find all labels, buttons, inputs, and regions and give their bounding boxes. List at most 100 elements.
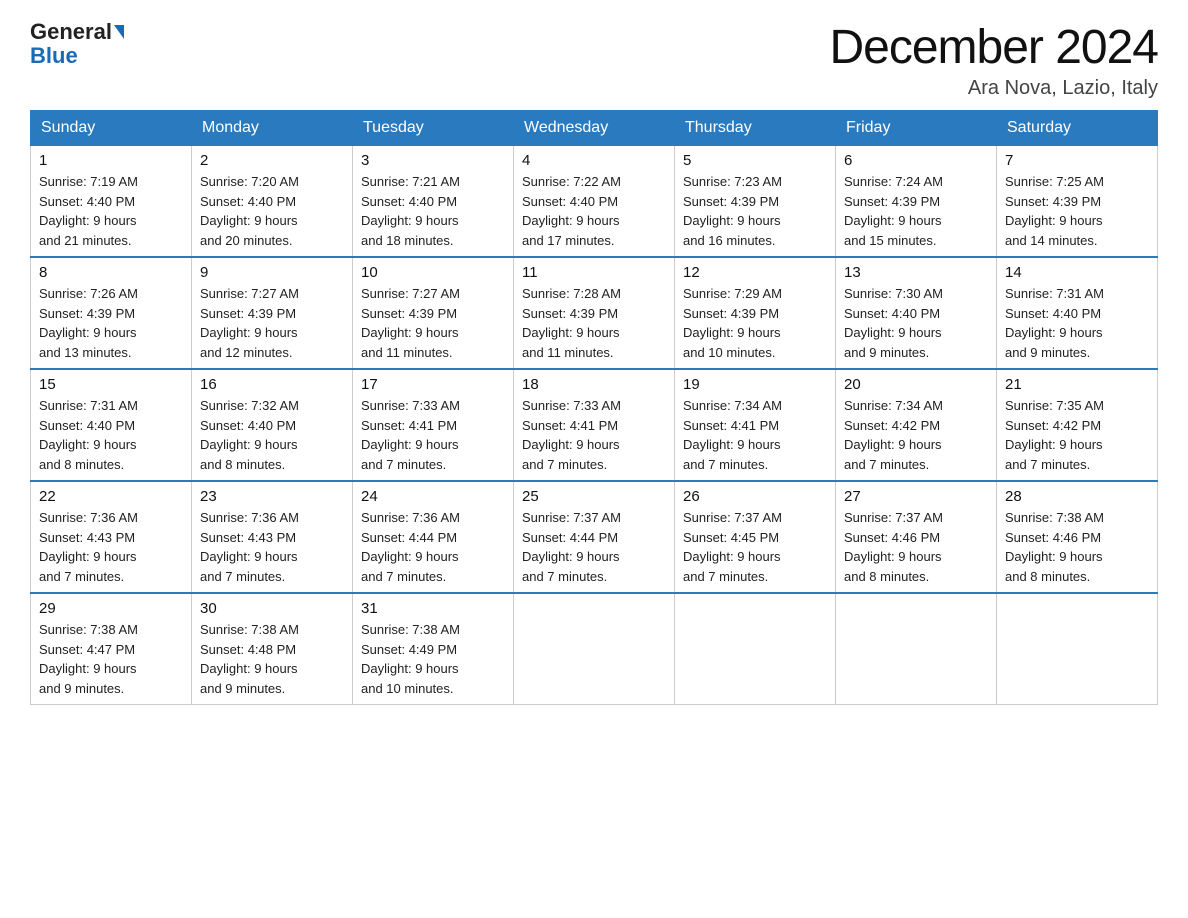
day-number: 28 <box>1005 488 1149 505</box>
location-subtitle: Ara Nova, Lazio, Italy <box>829 77 1158 100</box>
day-cell: 5 Sunrise: 7:23 AMSunset: 4:39 PMDayligh… <box>675 146 836 258</box>
header-row: Sunday Monday Tuesday Wednesday Thursday… <box>31 111 1158 146</box>
day-number: 17 <box>361 376 505 393</box>
day-number: 3 <box>361 152 505 169</box>
day-info: Sunrise: 7:33 AMSunset: 4:41 PMDaylight:… <box>361 396 505 474</box>
day-cell: 17 Sunrise: 7:33 AMSunset: 4:41 PMDaylig… <box>353 369 514 481</box>
day-info: Sunrise: 7:26 AMSunset: 4:39 PMDaylight:… <box>39 284 183 362</box>
day-number: 16 <box>200 376 344 393</box>
day-number: 31 <box>361 600 505 617</box>
day-cell: 31 Sunrise: 7:38 AMSunset: 4:49 PMDaylig… <box>353 593 514 705</box>
header-sunday: Sunday <box>31 111 192 146</box>
day-cell: 15 Sunrise: 7:31 AMSunset: 4:40 PMDaylig… <box>31 369 192 481</box>
day-number: 21 <box>1005 376 1149 393</box>
day-number: 12 <box>683 264 827 281</box>
day-info: Sunrise: 7:34 AMSunset: 4:42 PMDaylight:… <box>844 396 988 474</box>
day-cell: 8 Sunrise: 7:26 AMSunset: 4:39 PMDayligh… <box>31 257 192 369</box>
day-cell: 3 Sunrise: 7:21 AMSunset: 4:40 PMDayligh… <box>353 146 514 258</box>
day-info: Sunrise: 7:33 AMSunset: 4:41 PMDaylight:… <box>522 396 666 474</box>
day-info: Sunrise: 7:28 AMSunset: 4:39 PMDaylight:… <box>522 284 666 362</box>
header-tuesday: Tuesday <box>353 111 514 146</box>
day-info: Sunrise: 7:38 AMSunset: 4:49 PMDaylight:… <box>361 620 505 698</box>
day-number: 9 <box>200 264 344 281</box>
day-cell: 16 Sunrise: 7:32 AMSunset: 4:40 PMDaylig… <box>192 369 353 481</box>
day-info: Sunrise: 7:37 AMSunset: 4:45 PMDaylight:… <box>683 508 827 586</box>
day-info: Sunrise: 7:38 AMSunset: 4:46 PMDaylight:… <box>1005 508 1149 586</box>
day-info: Sunrise: 7:23 AMSunset: 4:39 PMDaylight:… <box>683 172 827 250</box>
day-info: Sunrise: 7:31 AMSunset: 4:40 PMDaylight:… <box>39 396 183 474</box>
day-info: Sunrise: 7:38 AMSunset: 4:48 PMDaylight:… <box>200 620 344 698</box>
day-cell: 6 Sunrise: 7:24 AMSunset: 4:39 PMDayligh… <box>836 146 997 258</box>
header-saturday: Saturday <box>997 111 1158 146</box>
day-number: 5 <box>683 152 827 169</box>
day-info: Sunrise: 7:38 AMSunset: 4:47 PMDaylight:… <box>39 620 183 698</box>
day-number: 11 <box>522 264 666 281</box>
day-cell: 24 Sunrise: 7:36 AMSunset: 4:44 PMDaylig… <box>353 481 514 593</box>
day-number: 18 <box>522 376 666 393</box>
calendar-table: Sunday Monday Tuesday Wednesday Thursday… <box>30 110 1158 705</box>
header-friday: Friday <box>836 111 997 146</box>
day-number: 26 <box>683 488 827 505</box>
logo-triangle-icon <box>114 25 124 39</box>
day-cell: 13 Sunrise: 7:30 AMSunset: 4:40 PMDaylig… <box>836 257 997 369</box>
page-header: General Blue December 2024 Ara Nova, Laz… <box>30 20 1158 100</box>
day-cell: 7 Sunrise: 7:25 AMSunset: 4:39 PMDayligh… <box>997 146 1158 258</box>
day-number: 19 <box>683 376 827 393</box>
day-cell: 1 Sunrise: 7:19 AMSunset: 4:40 PMDayligh… <box>31 146 192 258</box>
day-info: Sunrise: 7:36 AMSunset: 4:44 PMDaylight:… <box>361 508 505 586</box>
day-cell: 27 Sunrise: 7:37 AMSunset: 4:46 PMDaylig… <box>836 481 997 593</box>
day-info: Sunrise: 7:19 AMSunset: 4:40 PMDaylight:… <box>39 172 183 250</box>
day-info: Sunrise: 7:21 AMSunset: 4:40 PMDaylight:… <box>361 172 505 250</box>
day-number: 13 <box>844 264 988 281</box>
day-cell: 29 Sunrise: 7:38 AMSunset: 4:47 PMDaylig… <box>31 593 192 705</box>
day-cell: 30 Sunrise: 7:38 AMSunset: 4:48 PMDaylig… <box>192 593 353 705</box>
day-info: Sunrise: 7:24 AMSunset: 4:39 PMDaylight:… <box>844 172 988 250</box>
logo: General Blue <box>30 20 124 68</box>
day-cell: 9 Sunrise: 7:27 AMSunset: 4:39 PMDayligh… <box>192 257 353 369</box>
day-cell: 18 Sunrise: 7:33 AMSunset: 4:41 PMDaylig… <box>514 369 675 481</box>
day-number: 23 <box>200 488 344 505</box>
day-info: Sunrise: 7:30 AMSunset: 4:40 PMDaylight:… <box>844 284 988 362</box>
week-row-5: 29 Sunrise: 7:38 AMSunset: 4:47 PMDaylig… <box>31 593 1158 705</box>
day-cell: 20 Sunrise: 7:34 AMSunset: 4:42 PMDaylig… <box>836 369 997 481</box>
day-info: Sunrise: 7:27 AMSunset: 4:39 PMDaylight:… <box>361 284 505 362</box>
day-number: 29 <box>39 600 183 617</box>
day-number: 1 <box>39 152 183 169</box>
week-row-1: 1 Sunrise: 7:19 AMSunset: 4:40 PMDayligh… <box>31 146 1158 258</box>
day-cell: 12 Sunrise: 7:29 AMSunset: 4:39 PMDaylig… <box>675 257 836 369</box>
day-number: 25 <box>522 488 666 505</box>
day-cell <box>997 593 1158 705</box>
day-number: 2 <box>200 152 344 169</box>
day-number: 8 <box>39 264 183 281</box>
day-cell: 10 Sunrise: 7:27 AMSunset: 4:39 PMDaylig… <box>353 257 514 369</box>
day-info: Sunrise: 7:35 AMSunset: 4:42 PMDaylight:… <box>1005 396 1149 474</box>
day-info: Sunrise: 7:36 AMSunset: 4:43 PMDaylight:… <box>39 508 183 586</box>
day-cell: 26 Sunrise: 7:37 AMSunset: 4:45 PMDaylig… <box>675 481 836 593</box>
day-info: Sunrise: 7:34 AMSunset: 4:41 PMDaylight:… <box>683 396 827 474</box>
day-info: Sunrise: 7:37 AMSunset: 4:44 PMDaylight:… <box>522 508 666 586</box>
day-info: Sunrise: 7:37 AMSunset: 4:46 PMDaylight:… <box>844 508 988 586</box>
day-number: 30 <box>200 600 344 617</box>
day-info: Sunrise: 7:36 AMSunset: 4:43 PMDaylight:… <box>200 508 344 586</box>
day-cell: 11 Sunrise: 7:28 AMSunset: 4:39 PMDaylig… <box>514 257 675 369</box>
day-info: Sunrise: 7:25 AMSunset: 4:39 PMDaylight:… <box>1005 172 1149 250</box>
day-info: Sunrise: 7:27 AMSunset: 4:39 PMDaylight:… <box>200 284 344 362</box>
day-cell: 21 Sunrise: 7:35 AMSunset: 4:42 PMDaylig… <box>997 369 1158 481</box>
logo-blue-text: Blue <box>30 43 78 68</box>
day-info: Sunrise: 7:31 AMSunset: 4:40 PMDaylight:… <box>1005 284 1149 362</box>
day-number: 20 <box>844 376 988 393</box>
day-number: 14 <box>1005 264 1149 281</box>
day-cell: 19 Sunrise: 7:34 AMSunset: 4:41 PMDaylig… <box>675 369 836 481</box>
day-info: Sunrise: 7:32 AMSunset: 4:40 PMDaylight:… <box>200 396 344 474</box>
day-number: 15 <box>39 376 183 393</box>
day-number: 4 <box>522 152 666 169</box>
day-cell: 25 Sunrise: 7:37 AMSunset: 4:44 PMDaylig… <box>514 481 675 593</box>
day-cell <box>675 593 836 705</box>
day-number: 6 <box>844 152 988 169</box>
day-info: Sunrise: 7:29 AMSunset: 4:39 PMDaylight:… <box>683 284 827 362</box>
week-row-4: 22 Sunrise: 7:36 AMSunset: 4:43 PMDaylig… <box>31 481 1158 593</box>
day-info: Sunrise: 7:20 AMSunset: 4:40 PMDaylight:… <box>200 172 344 250</box>
week-row-2: 8 Sunrise: 7:26 AMSunset: 4:39 PMDayligh… <box>31 257 1158 369</box>
month-year-title: December 2024 <box>829 20 1158 75</box>
day-cell <box>514 593 675 705</box>
